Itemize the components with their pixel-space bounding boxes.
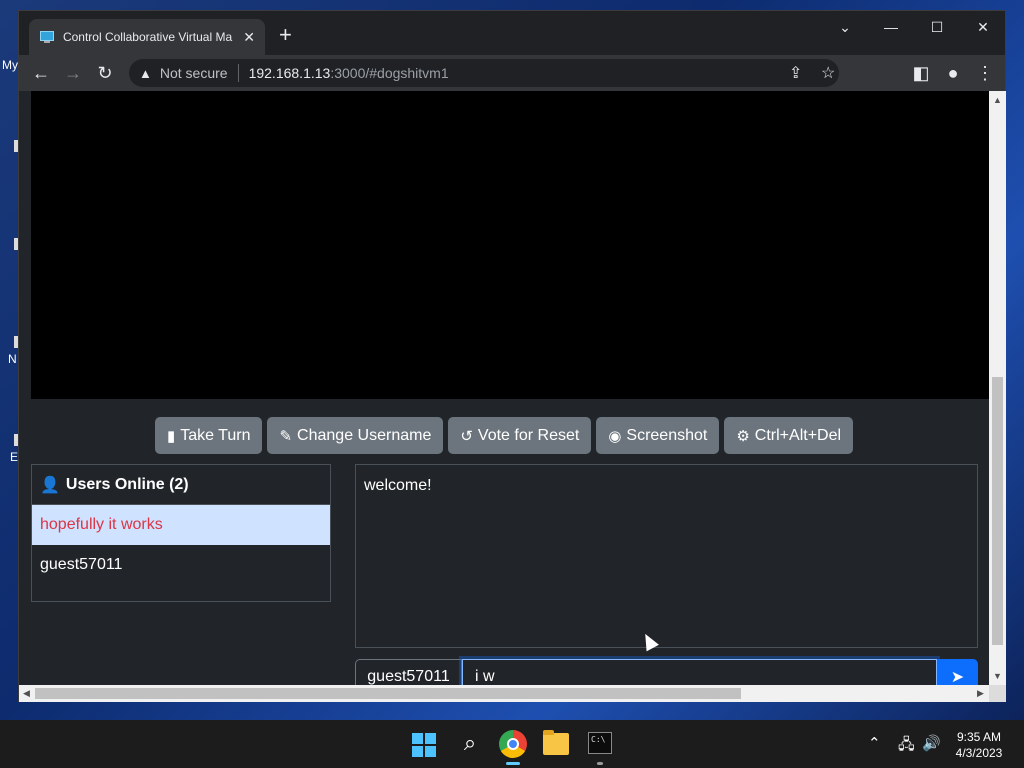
chat-username-label: guest57011 — [355, 659, 462, 685]
url-path: :3000/#dogshitvm1 — [330, 65, 449, 81]
close-window-button[interactable]: ✕ — [973, 19, 993, 36]
browser-toolbar: ← → ↻ ▲ Not secure 192.168.1.13 :3000/#d… — [19, 55, 1005, 91]
chrome-icon[interactable] — [499, 730, 527, 758]
share-icon[interactable]: ⇪ — [789, 63, 802, 83]
menu-icon[interactable]: ⋮ — [973, 61, 997, 85]
chevron-up-icon[interactable]: ⌃ — [868, 734, 881, 752]
new-tab-button[interactable]: + — [279, 24, 292, 46]
undo-icon: ↺ — [460, 427, 473, 445]
take-turn-button[interactable]: ▮ Take Turn — [154, 417, 263, 454]
tab-bar: Control Collaborative Virtual Ma ✕ + ⌄ —… — [19, 11, 1005, 55]
change-username-label: Change Username — [297, 426, 432, 444]
vm-controls: ▮ Take Turn ✎ Change Username ↺ Vote for… — [19, 417, 989, 454]
scroll-up-arrow-icon[interactable]: ▲ — [993, 95, 1002, 105]
user-list-item[interactable]: guest57011 — [32, 545, 330, 585]
paper-plane-icon: ➤ — [950, 669, 965, 685]
network-icon[interactable]: 🖧 — [898, 734, 915, 759]
system-clock[interactable]: 9:35 AM 4/3/2023 — [944, 729, 1014, 761]
clock-time: 9:35 AM — [956, 730, 1002, 744]
warning-icon[interactable]: ▲ — [139, 66, 152, 81]
profile-icon[interactable]: ● — [941, 61, 965, 85]
user-icon: 👤 — [40, 476, 60, 494]
change-username-button[interactable]: ✎ Change Username — [267, 417, 444, 454]
file-explorer-icon[interactable] — [543, 730, 569, 755]
desktop-icon-label[interactable]: N — [8, 352, 17, 366]
page-content: ▮ Take Turn ✎ Change Username ↺ Vote for… — [19, 91, 989, 685]
users-online-title: Users Online (2) — [65, 475, 189, 493]
chat-input[interactable] — [462, 659, 937, 685]
desktop-icon-label[interactable]: E — [10, 450, 18, 464]
volume-icon[interactable]: 🔊 — [922, 734, 941, 752]
tab-title: Control Collaborative Virtual Ma — [62, 30, 233, 44]
clock-date: 4/3/2023 — [955, 746, 1003, 760]
active-app-indicator — [506, 762, 520, 765]
close-tab-icon[interactable]: ✕ — [243, 29, 255, 46]
browser-tab[interactable]: Control Collaborative Virtual Ma ✕ — [29, 19, 265, 55]
vote-reset-button[interactable]: ↺ Vote for Reset — [448, 417, 592, 454]
users-online-header: 👤 Users Online (2) — [32, 465, 330, 505]
minimize-button[interactable]: — — [881, 19, 901, 35]
forward-icon[interactable]: → — [61, 61, 85, 85]
tab-search-icon[interactable]: ⌄ — [835, 19, 855, 36]
side-panel-icon[interactable]: ◧ — [909, 61, 933, 85]
address-bar[interactable]: ▲ Not secure 192.168.1.13 :3000/#dogshit… — [129, 59, 839, 87]
maximize-button[interactable]: ☐ — [927, 19, 947, 36]
vote-reset-label: Vote for Reset — [477, 426, 580, 444]
chat-message: welcome! — [364, 477, 432, 494]
ctrl-alt-del-button[interactable]: ⚙ Ctrl+Alt+Del — [724, 417, 854, 454]
url-host: 192.168.1.13 — [248, 65, 331, 81]
desktop-icon-label[interactable]: My — [2, 58, 18, 72]
browser-window: Control Collaborative Virtual Ma ✕ + ⌄ —… — [18, 10, 1006, 702]
monitor-icon — [39, 31, 55, 43]
vertical-scroll-thumb[interactable] — [992, 377, 1003, 645]
chat-log: welcome! — [355, 464, 978, 648]
camera-icon: ◉ — [608, 427, 622, 445]
terminal-icon[interactable]: C:\ — [588, 732, 612, 754]
scrollbar-corner — [989, 685, 1006, 702]
windows-start-icon[interactable] — [412, 733, 436, 757]
horizontal-scrollbar[interactable]: ◀ ▶ — [19, 685, 989, 702]
screenshot-label: Screenshot — [626, 426, 708, 444]
bookmark-star-icon[interactable]: ☆ — [821, 63, 835, 83]
back-icon[interactable]: ← — [29, 61, 53, 85]
screenshot-button[interactable]: ◉ Screenshot — [596, 417, 720, 454]
chat-input-group: guest57011 ➤ — [355, 659, 978, 685]
mouse-icon: ▮ — [166, 427, 176, 445]
running-app-indicator — [597, 762, 603, 765]
user-pen-icon: ✎ — [279, 427, 293, 445]
vm-display[interactable] — [31, 91, 989, 399]
user-list-item[interactable]: hopefully it works — [32, 505, 330, 545]
search-icon[interactable]: ⌕ — [456, 730, 484, 758]
take-turn-label: Take Turn — [180, 426, 251, 444]
scroll-left-arrow-icon[interactable]: ◀ — [23, 688, 30, 699]
send-button[interactable]: ➤ — [937, 659, 978, 685]
gear-icon: ⚙ — [736, 427, 750, 445]
ctrl-alt-del-label: Ctrl+Alt+Del — [754, 426, 842, 444]
scroll-down-arrow-icon[interactable]: ▼ — [993, 671, 1002, 681]
taskbar: ⌕ C:\ ⌃ 🖧 🔊 9:35 AM 4/3/2023 — [0, 720, 1024, 768]
security-label[interactable]: Not secure — [160, 64, 239, 82]
reload-icon[interactable]: ↻ — [93, 61, 117, 85]
scroll-right-arrow-icon[interactable]: ▶ — [977, 688, 984, 699]
vertical-scrollbar[interactable]: ▲ ▼ — [989, 91, 1006, 685]
users-online-panel: 👤 Users Online (2) hopefully it works gu… — [31, 464, 331, 602]
horizontal-scroll-thumb[interactable] — [35, 688, 741, 699]
